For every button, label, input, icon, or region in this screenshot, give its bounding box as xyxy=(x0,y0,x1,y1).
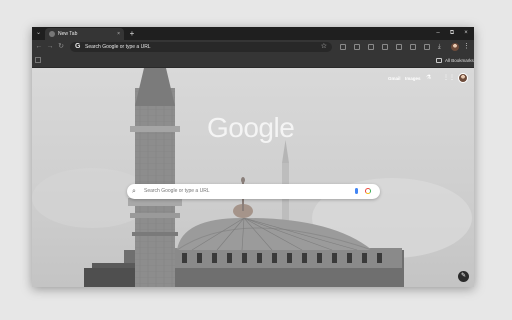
tab-new-tab[interactable]: New Tab × xyxy=(45,28,124,40)
extension-icon[interactable] xyxy=(368,44,374,50)
search-input[interactable]: Search Google or type a URL xyxy=(144,184,210,199)
tab-close-icon[interactable]: × xyxy=(117,28,120,40)
new-tab-button[interactable]: + xyxy=(127,28,137,39)
minimize-button[interactable]: – xyxy=(431,27,445,40)
forward-icon[interactable]: → xyxy=(45,42,55,52)
gmail-link[interactable]: Gmail xyxy=(388,76,401,81)
bookmark-bar: All Bookmarks xyxy=(32,54,474,68)
search-icon: ⌕ xyxy=(132,188,136,195)
apps-grid-icon[interactable]: ⋮⋮ xyxy=(443,75,455,81)
extension-icon[interactable] xyxy=(354,44,360,50)
search-box[interactable]: ⌕ Search Google or type a URL xyxy=(127,184,380,199)
pencil-icon[interactable]: ✎ xyxy=(458,271,469,282)
extensions-icon[interactable] xyxy=(424,44,430,50)
download-icon[interactable]: ⤓ xyxy=(438,42,441,52)
google-g-icon: G xyxy=(75,43,81,50)
kebab-menu-icon[interactable]: ⋮ xyxy=(463,42,470,52)
star-icon[interactable]: ☆ xyxy=(321,42,327,52)
back-icon[interactable]: ← xyxy=(34,42,44,52)
maximize-button[interactable]: ⧉ xyxy=(445,27,459,40)
extension-icon[interactable] xyxy=(382,44,388,50)
lens-icon[interactable] xyxy=(365,188,371,194)
tab-title: New Tab xyxy=(58,31,78,37)
profile-avatar[interactable] xyxy=(451,43,459,51)
folder-icon xyxy=(436,58,442,63)
toolbar: ← → ↻ G Search Google or type a URL ☆ ⤓ … xyxy=(32,40,474,54)
google-logo: Google xyxy=(207,112,295,143)
close-window-button[interactable]: × xyxy=(459,27,473,40)
reload-icon[interactable]: ↻ xyxy=(56,42,66,52)
extension-icon[interactable] xyxy=(340,44,346,50)
labs-flask-icon[interactable]: ⚗ xyxy=(426,75,431,81)
tab-search-icon[interactable]: ⌄ xyxy=(34,29,43,38)
extension-icon[interactable] xyxy=(410,44,416,50)
mic-icon[interactable] xyxy=(355,188,358,194)
extension-icon[interactable] xyxy=(396,44,402,50)
address-bar[interactable]: G Search Google or type a URL ☆ xyxy=(70,42,332,52)
images-link[interactable]: Images xyxy=(405,76,421,81)
tab-favicon-icon xyxy=(49,31,55,37)
apps-shortcut-icon[interactable] xyxy=(35,57,41,63)
background-photo xyxy=(32,68,472,287)
new-tab-page: Gmail Images ⚗ ⋮⋮ Google ⌕ Search Google… xyxy=(32,68,474,287)
browser-window: ⌄ New Tab × + – ⧉ × ← → ↻ G Search Googl… xyxy=(32,27,474,287)
all-bookmarks-button[interactable]: All Bookmarks xyxy=(445,54,474,67)
account-avatar[interactable] xyxy=(458,73,468,83)
address-bar-placeholder: Search Google or type a URL xyxy=(85,44,151,50)
tab-strip: ⌄ New Tab × + – ⧉ × xyxy=(32,27,474,40)
